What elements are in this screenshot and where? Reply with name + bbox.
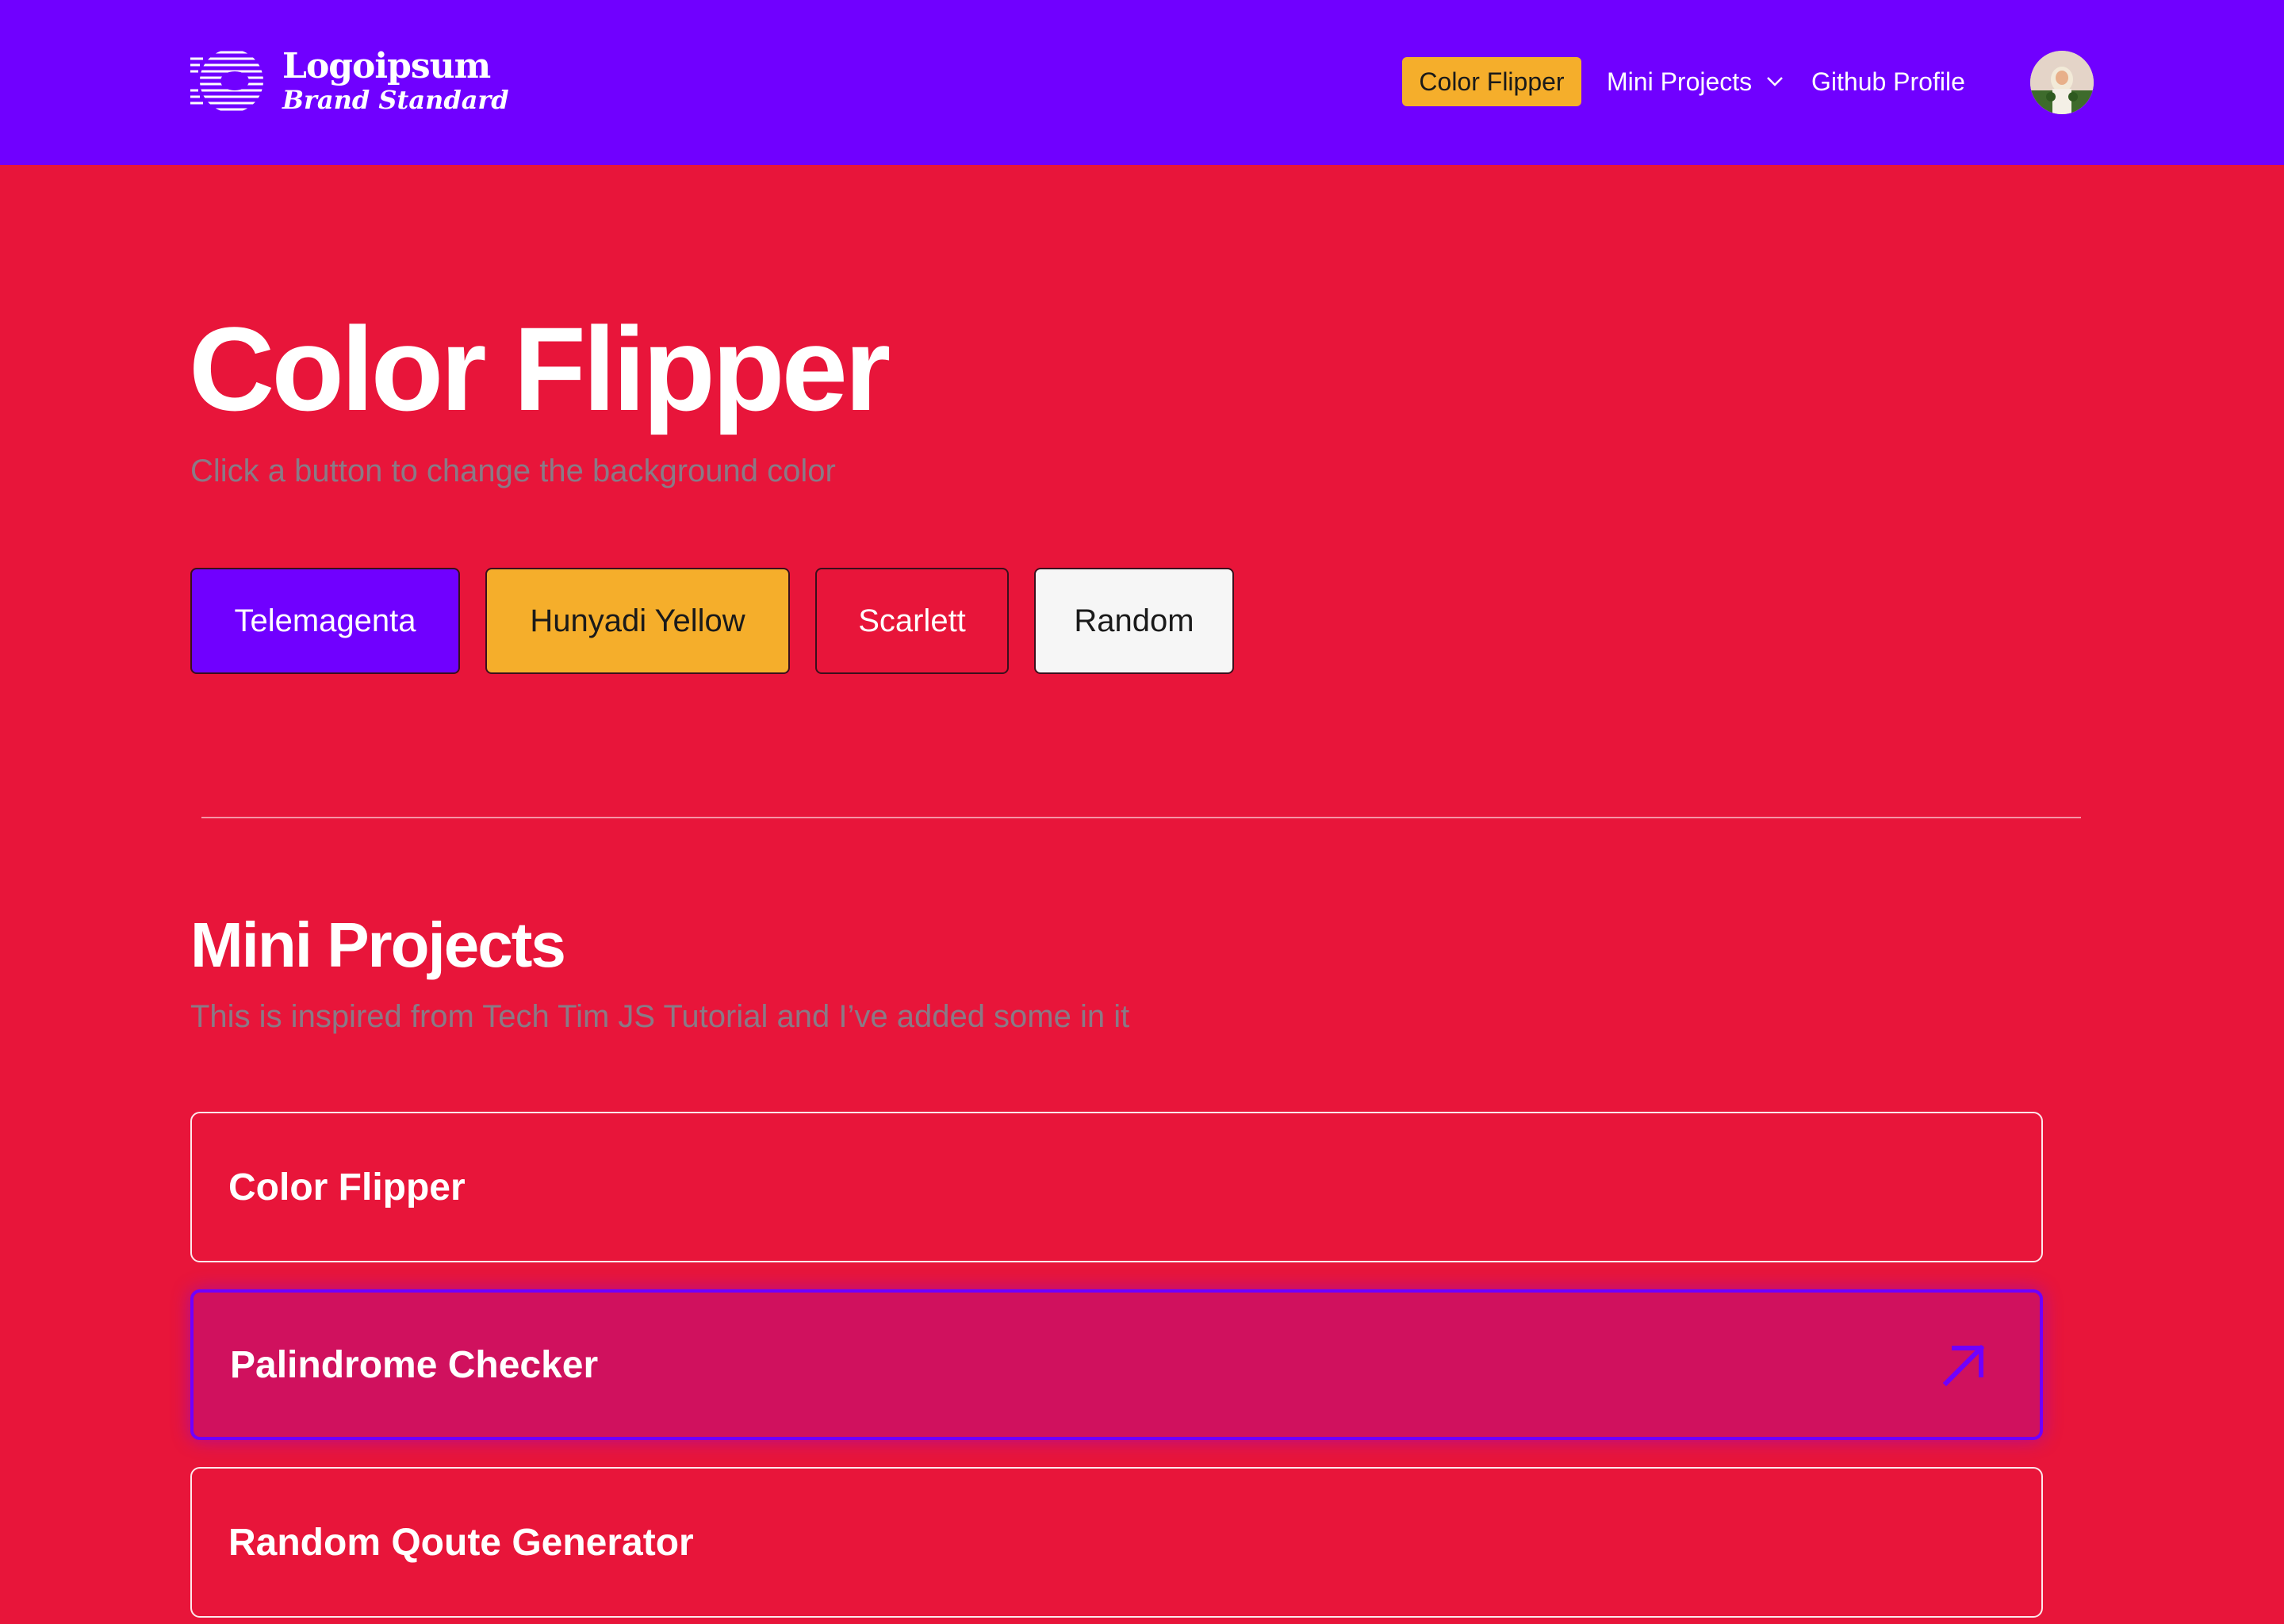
telemagenta-button[interactable]: Telemagenta xyxy=(190,568,460,674)
nav-github-profile[interactable]: Github Profile xyxy=(1811,57,1965,106)
nav-mini-projects-dropdown[interactable]: Mini Projects xyxy=(1607,57,1784,106)
logo-mark-icon xyxy=(190,51,263,111)
top-header: Logoipsum Brand Standard Color Flipper M… xyxy=(0,0,2284,165)
project-card-random-quote-generator[interactable]: Random Qoute Generator xyxy=(190,1467,2043,1618)
avatar-image xyxy=(2030,51,2094,114)
random-button[interactable]: Random xyxy=(1034,568,1234,674)
nav-mini-projects-label: Mini Projects xyxy=(1607,67,1753,96)
section-divider xyxy=(201,817,2081,818)
logo[interactable]: Logoipsum Brand Standard xyxy=(190,49,509,113)
page-subtitle: Click a button to change the background … xyxy=(190,454,836,488)
project-card-label: Color Flipper xyxy=(228,1166,466,1208)
logo-text: Logoipsum Brand Standard xyxy=(282,49,509,113)
chevron-down-icon xyxy=(1767,77,1784,86)
project-card-label: Random Qoute Generator xyxy=(228,1521,694,1564)
logo-tagline: Brand Standard xyxy=(282,85,509,115)
mini-projects-title: Mini Projects xyxy=(190,910,566,980)
arrow-up-right-icon xyxy=(1942,1344,1985,1387)
avatar[interactable] xyxy=(2030,51,2094,114)
project-card-color-flipper[interactable]: Color Flipper xyxy=(190,1112,2043,1262)
logo-name: Logoipsum xyxy=(282,46,491,86)
project-card-palindrome-checker[interactable]: Palindrome Checker xyxy=(190,1289,2043,1440)
nav-color-flipper[interactable]: Color Flipper xyxy=(1402,57,1581,106)
page-title: Color Flipper xyxy=(189,302,891,435)
hunyadi-yellow-button[interactable]: Hunyadi Yellow xyxy=(485,568,790,674)
scarlett-button[interactable]: Scarlett xyxy=(815,568,1009,674)
project-card-label: Palindrome Checker xyxy=(230,1343,599,1386)
mini-projects-subtitle: This is inspired from Tech Tim JS Tutori… xyxy=(190,999,1130,1034)
